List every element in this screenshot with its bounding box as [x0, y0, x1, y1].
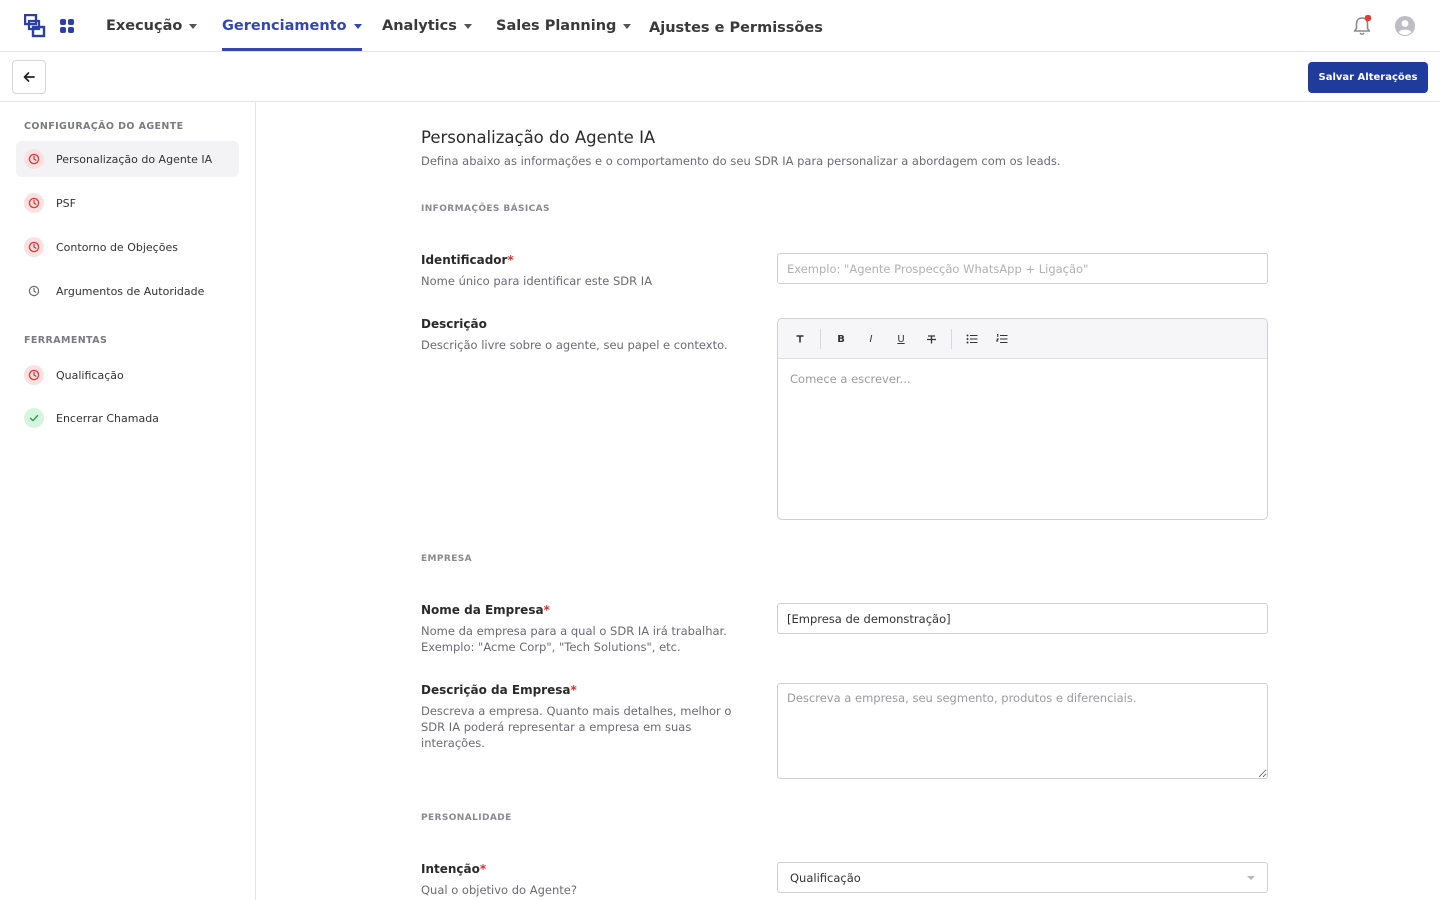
company-name-label: Nome da Empresa* — [421, 603, 550, 617]
nav-item-label: Sales Planning — [496, 18, 617, 34]
nav-item-label: Ajustes e Permissões — [649, 20, 823, 36]
agent-config-sidebar: CONFIGURAÇÃO DO AGENTE Personalização do… — [0, 102, 256, 900]
description-label-text: Descrição — [421, 317, 487, 331]
intent-help: Qual o objetivo do Agente? — [421, 883, 577, 897]
sidebar-item-label: Contorno de Objeções — [56, 240, 178, 254]
user-avatar-icon[interactable] — [1395, 16, 1415, 36]
sidebar-item-qualificacao[interactable]: Qualificação — [16, 357, 239, 393]
nav-item-label: Analytics — [382, 18, 457, 34]
intent-label-text: Intenção — [421, 862, 480, 876]
company-description-label: Descrição da Empresa* — [421, 683, 577, 697]
sidebar-item-label: PSF — [56, 196, 76, 210]
chevron-down-icon — [1247, 875, 1255, 880]
logo-icon[interactable] — [24, 14, 46, 38]
company-description-label-text: Descrição da Empresa — [421, 683, 571, 697]
numbered-list-icon[interactable] — [993, 330, 1011, 348]
bell-icon[interactable] — [1352, 15, 1372, 37]
section-heading-basic-info: INFORMAÇÕES BÁSICAS — [421, 204, 550, 214]
sidebar-item-personalizacao[interactable]: Personalização do Agente IA — [16, 141, 239, 177]
caret-down-icon — [189, 24, 198, 29]
sidebar-item-contorno-objecoes[interactable]: Contorno de Objeções — [16, 229, 239, 265]
check-icon — [24, 408, 44, 428]
section-heading-personality: PERSONALIDADE — [421, 813, 512, 823]
back-button[interactable] — [12, 60, 46, 94]
editor-toolbar: B I U — [778, 319, 1267, 359]
pending-clock-icon — [24, 193, 44, 213]
caret-down-icon — [353, 24, 362, 29]
text-format-icon[interactable] — [791, 330, 809, 348]
toolbar-divider — [820, 329, 821, 349]
required-marker: * — [570, 683, 577, 697]
nav-item-execucao[interactable]: Execução — [106, 0, 198, 52]
sidebar-item-argumentos-autoridade[interactable]: Argumentos de Autoridade — [16, 273, 239, 309]
page-subtitle: Defina abaixo as informações e o comport… — [421, 154, 1061, 168]
description-rich-text-editor[interactable]: B I U Comece a escrever... — [777, 318, 1268, 520]
top-navigation-bar: Execução Gerenciamento Analytics Sales P… — [0, 0, 1440, 52]
company-description-textarea[interactable] — [777, 683, 1268, 779]
nav-item-ajustes-permissoes[interactable]: Ajustes e Permissões — [649, 2, 823, 54]
identifier-input[interactable] — [777, 253, 1268, 284]
required-marker: * — [507, 253, 514, 267]
nav-item-analytics[interactable]: Analytics — [382, 0, 472, 52]
sidebar-item-label: Encerrar Chamada — [56, 411, 159, 425]
pending-clock-icon — [24, 365, 44, 385]
pending-clock-icon — [24, 149, 44, 169]
identifier-help: Nome único para identificar este SDR IA — [421, 274, 653, 288]
caret-down-icon — [463, 24, 472, 29]
required-marker: * — [479, 862, 487, 876]
pending-clock-icon — [24, 237, 44, 257]
company-name-help: Nome da empresa para a qual o SDR IA irá… — [421, 624, 727, 654]
intent-selected-value: Qualificação — [790, 870, 861, 885]
sidebar-item-psf[interactable]: PSF — [16, 185, 239, 221]
nav-item-gerenciamento[interactable]: Gerenciamento — [222, 0, 362, 52]
company-description-help: Descreva a empresa. Quanto mais detalhes… — [421, 704, 732, 750]
apps-grid-icon[interactable] — [59, 18, 75, 34]
toolbar-divider — [951, 329, 952, 349]
sidebar-item-label: Qualificação — [56, 368, 124, 382]
section-heading-company: EMPRESA — [421, 554, 473, 564]
page-title: Personalização do Agente IA — [421, 128, 656, 147]
bullet-list-icon[interactable] — [963, 330, 981, 348]
identifier-label: Identificador* — [421, 253, 514, 267]
bold-icon[interactable]: B — [832, 330, 850, 348]
save-changes-button[interactable]: Salvar Alterações — [1308, 62, 1428, 93]
nav-item-label: Execução — [106, 18, 183, 34]
required-marker: * — [543, 603, 550, 617]
agent-personalization-form: Personalização do Agente IA Defina abaix… — [257, 102, 1440, 900]
caret-down-icon — [623, 24, 632, 29]
identifier-label-text: Identificador — [421, 253, 508, 267]
arrow-left-icon — [23, 72, 35, 82]
intent-select[interactable]: Qualificação — [777, 862, 1268, 893]
sidebar-item-label: Personalização do Agente IA — [56, 152, 213, 166]
italic-icon[interactable]: I — [862, 330, 880, 348]
page-toolbar: Salvar Alterações — [0, 52, 1440, 102]
description-help: Descrição livre sobre o agente, seu pape… — [421, 338, 728, 352]
clock-icon — [24, 281, 44, 301]
company-name-input[interactable] — [777, 603, 1268, 634]
editor-content-area[interactable]: Comece a escrever... — [778, 359, 1267, 519]
description-label: Descrição — [421, 317, 487, 331]
nav-item-label: Gerenciamento — [222, 18, 347, 34]
underline-icon[interactable]: U — [892, 330, 910, 348]
nav-item-sales-planning[interactable]: Sales Planning — [496, 0, 632, 52]
notification-dot — [1364, 15, 1372, 22]
strikethrough-icon[interactable] — [922, 330, 940, 348]
intent-label: Intenção* — [421, 862, 486, 876]
sidebar-item-encerrar-chamada[interactable]: Encerrar Chamada — [16, 400, 239, 436]
sidebar-heading-agent-config: CONFIGURAÇÃO DO AGENTE — [24, 121, 184, 132]
sidebar-heading-ferramentas: FERRAMENTAS — [24, 335, 108, 346]
sidebar-item-label: Argumentos de Autoridade — [56, 284, 205, 298]
company-name-label-text: Nome da Empresa — [421, 603, 544, 617]
